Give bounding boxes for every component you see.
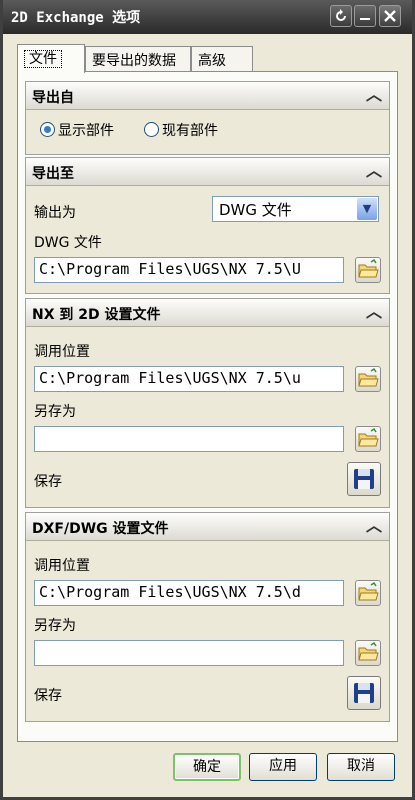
select-value: DWG 文件 [219, 201, 292, 219]
browse-button[interactable] [355, 580, 381, 606]
floppy-disk-icon [354, 683, 374, 703]
browse-button[interactable] [355, 366, 381, 392]
load-location-label: 调用位置 [34, 558, 90, 574]
group-header[interactable]: NX 到 2D 设置文件 ︿ [26, 299, 389, 327]
group-nx2d-settings: NX 到 2D 设置文件 ︿ 调用位置 C:\Program Files\UGS… [25, 298, 390, 508]
tab-label: 文件 [24, 50, 62, 68]
radio-label: 显示部件 [58, 123, 114, 139]
floppy-disk-icon [354, 469, 374, 489]
dwg-file-label: DWG 文件 [34, 235, 102, 251]
save-label: 保存 [34, 474, 62, 490]
window-title: 2D Exchange 选项 [11, 10, 141, 26]
output-as-label: 输出为 [34, 205, 76, 221]
folder-open-icon [358, 258, 379, 278]
save-label: 保存 [34, 688, 62, 704]
refresh-icon [336, 9, 346, 21]
dwg-file-path-input[interactable]: C:\Program Files\UGS\NX 7.5\U [34, 257, 344, 283]
save-as-label: 另存为 [34, 618, 76, 634]
folder-open-icon [358, 581, 379, 601]
chevron-up-icon[interactable]: ︿ [365, 516, 383, 536]
load-location-input[interactable]: C:\Program Files\UGS\NX 7.5\u [34, 366, 344, 392]
tab-advanced[interactable]: 高级 [191, 46, 253, 72]
save-as-input[interactable] [34, 426, 344, 452]
save-button[interactable] [347, 462, 381, 496]
save-button[interactable] [347, 676, 381, 710]
folder-open-icon [358, 641, 379, 661]
chevron-up-icon[interactable]: ︿ [365, 161, 383, 181]
output-type-select[interactable]: DWG 文件 ▼ [212, 196, 379, 222]
cancel-button[interactable]: 取消 [327, 753, 395, 781]
folder-open-icon [358, 427, 379, 447]
save-as-label: 另存为 [34, 404, 76, 420]
group-header[interactable]: 导出至 ︿ [26, 158, 389, 186]
group-dxf-settings: DXF/DWG 设置文件 ︿ 调用位置 C:\Program Files\UGS… [25, 512, 390, 722]
load-location-input[interactable]: C:\Program Files\UGS\NX 7.5\d [34, 580, 344, 606]
help-button[interactable] [330, 5, 352, 27]
title-bar[interactable]: 2D Exchange 选项 [3, 0, 412, 34]
chevron-down-icon[interactable]: ▼ [357, 198, 377, 220]
save-as-input[interactable] [34, 640, 344, 666]
radio-existing-part[interactable] [144, 122, 159, 137]
dialog-window: 2D Exchange 选项 文件 要导出的数据 高级 导出自 ︿ 显示部件 现… [0, 0, 415, 800]
load-location-label: 调用位置 [34, 344, 90, 360]
group-header[interactable]: DXF/DWG 设置文件 ︿ [26, 513, 389, 541]
minimize-button[interactable] [354, 5, 376, 27]
browse-button[interactable] [355, 426, 381, 452]
tab-file[interactable]: 文件 [17, 44, 85, 73]
browse-button[interactable] [355, 640, 381, 666]
chevron-up-icon[interactable]: ︿ [365, 302, 383, 322]
chevron-up-icon[interactable]: ︿ [365, 85, 383, 105]
tab-label: 高级 [198, 53, 226, 69]
radio-label: 现有部件 [162, 123, 218, 139]
tab-label: 要导出的数据 [92, 53, 176, 69]
group-export-to: 导出至 ︿ 输出为 DWG 文件 ▼ DWG 文件 C:\Program Fil… [25, 157, 390, 294]
close-button[interactable] [379, 5, 401, 27]
close-icon [384, 10, 396, 22]
minimize-icon [360, 18, 370, 20]
tab-export-data[interactable]: 要导出的数据 [85, 46, 191, 72]
group-title: DXF/DWG 设置文件 [32, 521, 169, 537]
group-export-from: 导出自 ︿ 显示部件 现有部件 [25, 81, 390, 155]
folder-open-icon [358, 367, 379, 387]
radio-displayed-part[interactable] [40, 122, 55, 137]
apply-button[interactable]: 应用 [249, 753, 317, 781]
ok-button[interactable]: 确定 [173, 753, 241, 781]
group-title: 导出自 [32, 90, 74, 106]
browse-button[interactable] [355, 257, 381, 283]
group-title: 导出至 [32, 166, 74, 182]
group-header[interactable]: 导出自 ︿ [26, 82, 389, 110]
group-title: NX 到 2D 设置文件 [32, 307, 161, 323]
